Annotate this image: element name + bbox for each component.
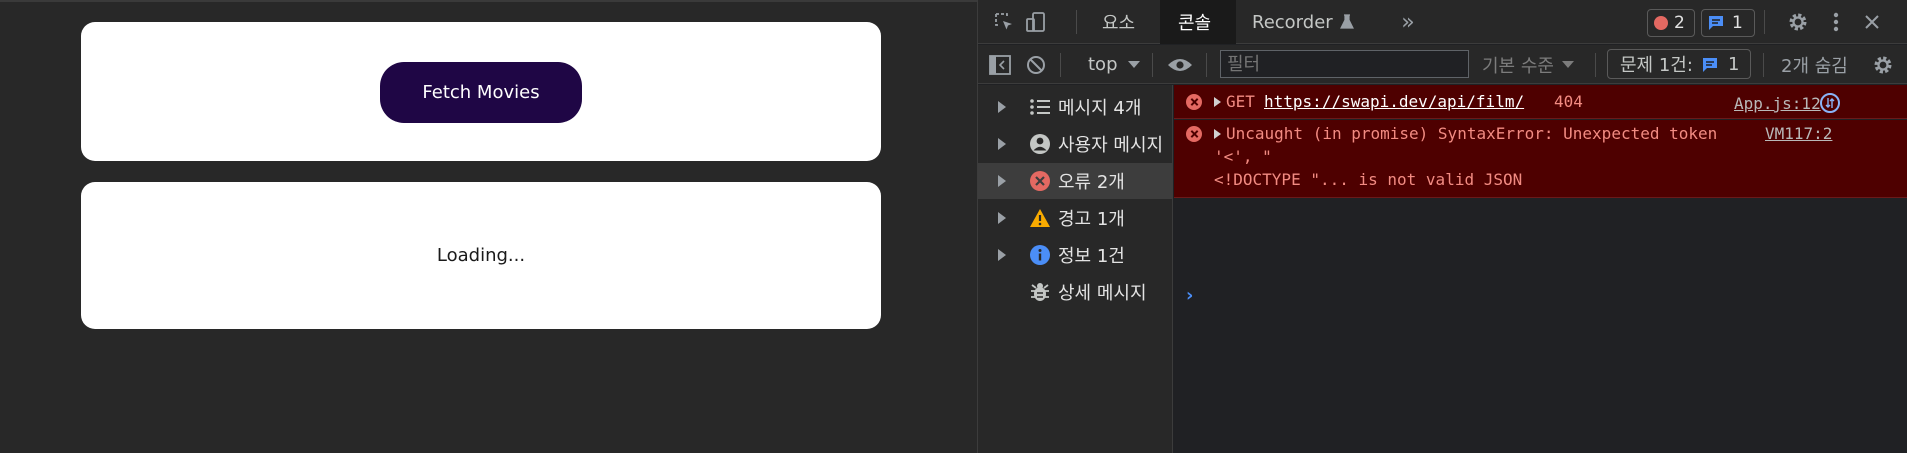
toolbar-separator — [1206, 53, 1207, 77]
sidebar-item-warnings[interactable]: 경고 1개 — [978, 200, 1173, 236]
console-prompt-chevron-icon[interactable]: › — [1186, 285, 1193, 306]
network-request-icon[interactable] — [1820, 93, 1840, 113]
sidebar-item-label: 경고 1개 — [1058, 209, 1125, 230]
more-options-kebab-icon[interactable] — [1824, 10, 1848, 34]
fetch-card: Fetch Movies — [81, 22, 881, 161]
app-viewport: Fetch Movies Loading... — [0, 0, 977, 453]
tab-console[interactable]: 콘솔 — [1178, 0, 1211, 44]
console-error-row[interactable]: GET https://swapi.dev/api/film/ 404 App.… — [1174, 85, 1907, 119]
sidebar-item-label: 상세 메시지 — [1058, 283, 1147, 304]
source-link[interactable]: App.js:12 — [1734, 94, 1821, 113]
console-error-row[interactable]: Uncaught (in promise) SyntaxError: Unexp… — [1174, 120, 1907, 198]
message-badge-count: 1 — [1732, 13, 1743, 33]
log-level-dropdown-icon — [1561, 61, 1574, 68]
warning-icon — [1028, 206, 1052, 230]
devtools-panel: 요소 콘솔 Recorder » 2 1 top 필터 기본 수준 문제 1건:… — [977, 0, 1907, 453]
request-url-link[interactable]: https://swapi.dev/api/film/ — [1264, 92, 1524, 111]
console-sidebar: 메시지 4개 사용자 메시지 오류 2개 경고 1개 정보 1건 상세 메시지 — [978, 85, 1173, 453]
user-icon — [1028, 132, 1052, 156]
message-badge-icon — [1709, 16, 1723, 30]
request-method: GET — [1226, 92, 1255, 111]
sidebar-item-label: 사용자 메시지 — [1058, 135, 1164, 156]
sidebar-toggle-icon[interactable] — [988, 53, 1012, 77]
screen: Fetch Movies Loading... 요소 콘솔 Recorder » — [0, 0, 1907, 453]
error-message-line: '<', " — [1214, 147, 1272, 166]
toolbar-separator — [1152, 53, 1153, 77]
console-toolbar: top 기본 수준 문제 1건: 1 2개 숨김 — [978, 45, 1907, 84]
error-message-line: <!DOCTYPE "... is not valid JSON — [1214, 170, 1523, 189]
issues-label: 문제 1건: — [1620, 55, 1693, 76]
clear-console-icon[interactable] — [1024, 53, 1048, 77]
fetch-movies-button[interactable]: Fetch Movies — [380, 62, 582, 123]
log-level-label: 기본 수준 — [1482, 55, 1554, 77]
toolbar-separator — [1763, 53, 1764, 77]
live-expression-eye-icon[interactable] — [1166, 53, 1194, 77]
settings-gear-icon[interactable] — [1786, 10, 1810, 34]
sidebar-item-verbose[interactable]: 상세 메시지 — [978, 274, 1173, 310]
expand-triangle-icon[interactable] — [1214, 129, 1221, 139]
list-icon — [1028, 95, 1052, 119]
issues-button[interactable]: 문제 1건: 1 — [1607, 49, 1751, 79]
tab-recorder[interactable]: Recorder — [1252, 0, 1354, 44]
issues-count: 1 — [1728, 53, 1740, 75]
console-settings-gear-icon[interactable] — [1871, 53, 1895, 77]
more-tabs-chevron-icon[interactable]: » — [1396, 10, 1420, 35]
bug-icon — [1028, 280, 1052, 304]
error-x-icon — [1186, 126, 1202, 142]
message-count-badge[interactable]: 1 — [1701, 9, 1755, 37]
console-output: GET https://swapi.dev/api/film/ 404 App.… — [1174, 85, 1907, 453]
sidebar-item-errors[interactable]: 오류 2개 — [978, 163, 1173, 199]
request-status: 404 — [1554, 92, 1583, 111]
expand-triangle-icon — [998, 212, 1006, 224]
context-dropdown-icon — [1127, 61, 1140, 68]
results-card: Loading... — [81, 182, 881, 329]
loading-text: Loading... — [436, 245, 526, 266]
log-level-dropdown[interactable]: 기본 수준 — [1482, 45, 1574, 84]
error-message-line: Uncaught (in promise) SyntaxError: Unexp… — [1226, 124, 1718, 143]
error-badge-icon — [1654, 16, 1668, 30]
toolbar-separator — [1060, 53, 1061, 77]
toolbar-separator — [1595, 53, 1596, 77]
issue-message-icon — [1703, 58, 1717, 72]
sidebar-item-label: 오류 2개 — [1058, 172, 1125, 193]
expand-triangle-icon — [998, 138, 1006, 150]
hidden-count-label: 2개 숨김 — [1781, 55, 1848, 77]
tab-elements[interactable]: 요소 — [1102, 0, 1135, 44]
device-toolbar-icon[interactable] — [1024, 10, 1048, 34]
sidebar-item-user-messages[interactable]: 사용자 메시지 — [978, 126, 1173, 162]
expand-triangle-icon — [998, 249, 1006, 261]
sidebar-item-label: 정보 1건 — [1058, 246, 1125, 267]
sidebar-item-messages[interactable]: 메시지 4개 — [978, 89, 1173, 125]
error-count-badge[interactable]: 2 — [1647, 9, 1695, 37]
inspect-element-icon[interactable] — [992, 10, 1016, 34]
error-badge-count: 2 — [1674, 13, 1685, 33]
tab-recorder-label: Recorder — [1252, 11, 1333, 33]
expand-triangle-icon[interactable] — [1214, 97, 1221, 107]
source-link[interactable]: VM117:2 — [1765, 124, 1832, 143]
expand-triangle-icon — [998, 101, 1006, 113]
context-selector-label: top — [1088, 54, 1118, 75]
sidebar-item-info[interactable]: 정보 1건 — [978, 237, 1173, 273]
info-icon — [1028, 243, 1052, 267]
console-filter-input[interactable] — [1220, 50, 1469, 78]
badge-separator — [1764, 10, 1765, 34]
error-icon — [1028, 169, 1052, 193]
top-divider — [0, 0, 977, 2]
flask-icon — [1339, 14, 1354, 29]
tab-separator — [1076, 10, 1077, 34]
close-devtools-icon[interactable] — [1860, 10, 1884, 34]
expand-triangle-icon — [998, 175, 1006, 187]
devtools-tab-bar: 요소 콘솔 Recorder » 2 1 — [978, 0, 1907, 44]
sidebar-item-label: 메시지 4개 — [1058, 98, 1142, 119]
context-selector[interactable]: top — [1088, 45, 1140, 84]
error-x-icon — [1186, 94, 1202, 110]
